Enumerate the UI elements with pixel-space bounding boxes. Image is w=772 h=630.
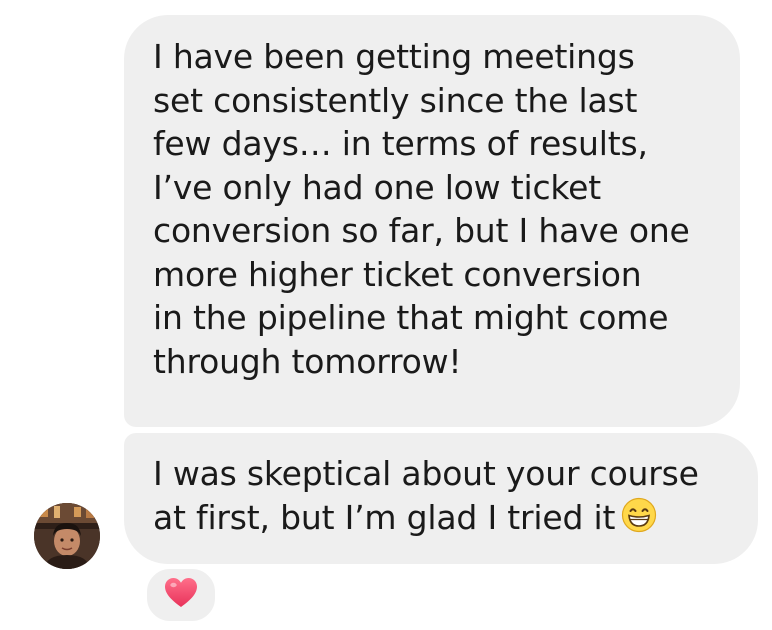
avatar[interactable] bbox=[34, 503, 100, 569]
message-bubble-2[interactable]: I was skeptical about your course at fir… bbox=[124, 433, 758, 564]
heart-icon bbox=[164, 577, 198, 613]
message-bubble-1[interactable]: I have been getting meetings set consist… bbox=[124, 15, 740, 427]
message-text: I was skeptical about your course at fir… bbox=[153, 454, 699, 537]
message-text: I have been getting meetings set consist… bbox=[153, 37, 690, 381]
heart-reaction[interactable] bbox=[144, 566, 218, 624]
grinning-face-icon bbox=[621, 497, 657, 544]
